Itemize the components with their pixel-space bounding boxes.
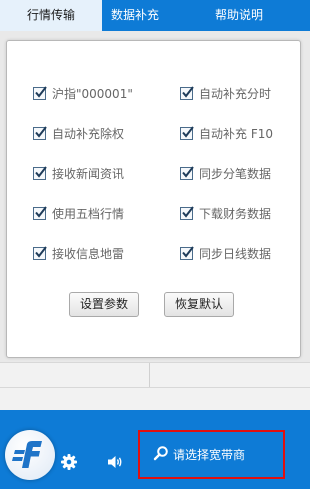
checkbox-icon[interactable] — [33, 245, 47, 260]
checkbox-icon[interactable] — [33, 85, 47, 100]
options-panel: 沪指"000001" 自动补充分时 自动补充除权 自动补充 F10 接收新闻资讯… — [6, 40, 301, 358]
option-sync-tick[interactable]: 同步分笔数据 — [180, 164, 271, 182]
option-auto-f10[interactable]: 自动补充 F10 — [180, 124, 273, 142]
option-auto-intraday[interactable]: 自动补充分时 — [180, 84, 271, 102]
option-auto-exright[interactable]: 自动补充除权 — [33, 124, 124, 142]
search-icon — [153, 445, 169, 461]
bottom-bar: 请选择宽带商 — [0, 410, 310, 489]
status-divider — [149, 363, 150, 387]
tab-bar: 行情传输 数据补充 帮助说明 — [0, 0, 310, 31]
option-sync-daily[interactable]: 同步日线数据 — [180, 244, 271, 262]
option-label: 接收新闻资讯 — [52, 166, 125, 181]
option-label: 自动补充 F10 — [199, 126, 273, 141]
checkbox-icon[interactable] — [180, 205, 194, 220]
option-five-level[interactable]: 使用五档行情 — [33, 204, 124, 222]
broker-select-button[interactable]: 请选择宽带商 — [138, 430, 285, 479]
option-label: 自动补充分时 — [199, 86, 272, 101]
option-label: 沪指"000001" — [52, 86, 133, 101]
spacer — [0, 388, 310, 410]
checkbox-icon[interactable] — [33, 165, 47, 180]
option-receive-news[interactable]: 接收新闻资讯 — [33, 164, 124, 182]
broker-label: 请选择宽带商 — [173, 448, 246, 462]
checkbox-icon[interactable] — [33, 125, 47, 140]
settings-button[interactable]: 设置参数 — [69, 292, 139, 317]
main-area: 沪指"000001" 自动补充分时 自动补充除权 自动补充 F10 接收新闻资讯… — [0, 31, 310, 362]
checkbox-icon[interactable] — [33, 205, 47, 220]
option-download-finance[interactable]: 下载财务数据 — [180, 204, 271, 222]
speaker-icon[interactable] — [106, 453, 124, 471]
tab-data-supplement[interactable]: 数据补充 — [102, 0, 168, 31]
option-label: 同步日线数据 — [199, 246, 272, 261]
logo-icon — [5, 430, 55, 480]
tab-help[interactable]: 帮助说明 — [168, 0, 310, 31]
tab-quote-transfer[interactable]: 行情传输 — [0, 0, 102, 31]
option-label: 接收信息地雷 — [52, 246, 125, 261]
option-label: 同步分笔数据 — [199, 166, 272, 181]
option-shanghai-index[interactable]: 沪指"000001" — [33, 84, 133, 102]
option-label: 自动补充除权 — [52, 126, 125, 141]
option-label: 使用五档行情 — [52, 206, 125, 221]
checkbox-icon[interactable] — [180, 85, 194, 100]
gear-icon[interactable] — [60, 453, 78, 471]
status-bar — [0, 362, 310, 388]
checkbox-icon[interactable] — [180, 165, 194, 180]
checkbox-icon[interactable] — [180, 125, 194, 140]
option-info-mine[interactable]: 接收信息地雷 — [33, 244, 124, 262]
checkbox-icon[interactable] — [180, 245, 194, 260]
restore-default-button[interactable]: 恢复默认 — [164, 292, 234, 317]
option-label: 下载财务数据 — [199, 206, 272, 221]
